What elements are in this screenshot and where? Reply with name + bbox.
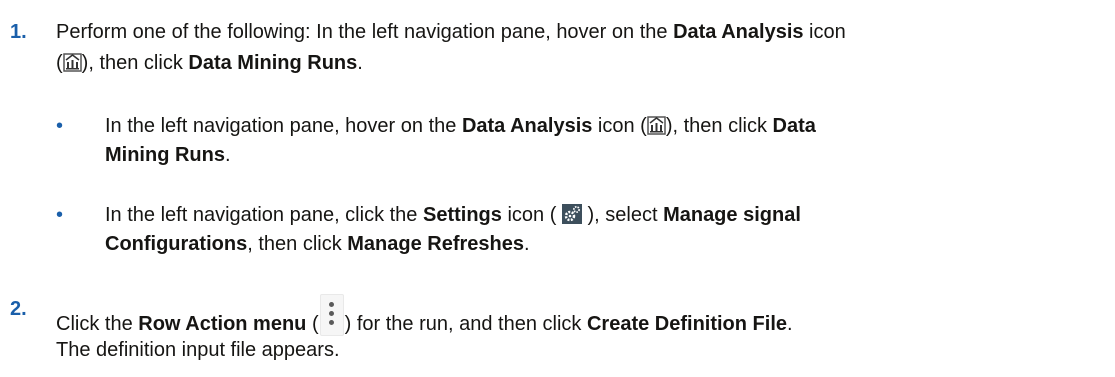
bullet-2-line-2: Configurations, then click Manage Refres…: [105, 233, 530, 255]
create-definition-file-term: Create Definition File: [586, 313, 787, 335]
row-action-kebab-icon: [319, 294, 344, 336]
row-action-menu-term: Row Action menu: [138, 313, 307, 335]
data-analysis-icon: [647, 115, 666, 135]
step-1-number: 1.: [10, 21, 27, 43]
settings-gear-icon: [561, 204, 582, 224]
bullet-1-marker: •: [56, 115, 64, 137]
instruction-document: 1. Perform one of the following: In the …: [0, 0, 1115, 377]
bullet-2-line-1: In the left navigation pane, click the S…: [105, 204, 801, 226]
bullet-2-marker: •: [56, 204, 64, 226]
bullet-1-line-1: In the left navigation pane, hover on th…: [105, 115, 816, 137]
step-1-line-2: (), then click Data Mining Runs.: [56, 52, 363, 74]
bullet-1-line-2: Mining Runs.: [105, 144, 231, 166]
step-1-line-1: Perform one of the following: In the lef…: [56, 21, 846, 43]
data-analysis-term: Data Analysis: [673, 21, 804, 43]
step-2-result: The definition input file appears.: [56, 339, 340, 361]
step-2-line-1: Click the Row Action menu () for the run…: [56, 294, 793, 340]
step-2-number: 2.: [10, 298, 27, 320]
data-analysis-icon: [62, 52, 82, 72]
data-mining-runs-term: Data Mining Runs: [188, 52, 358, 74]
